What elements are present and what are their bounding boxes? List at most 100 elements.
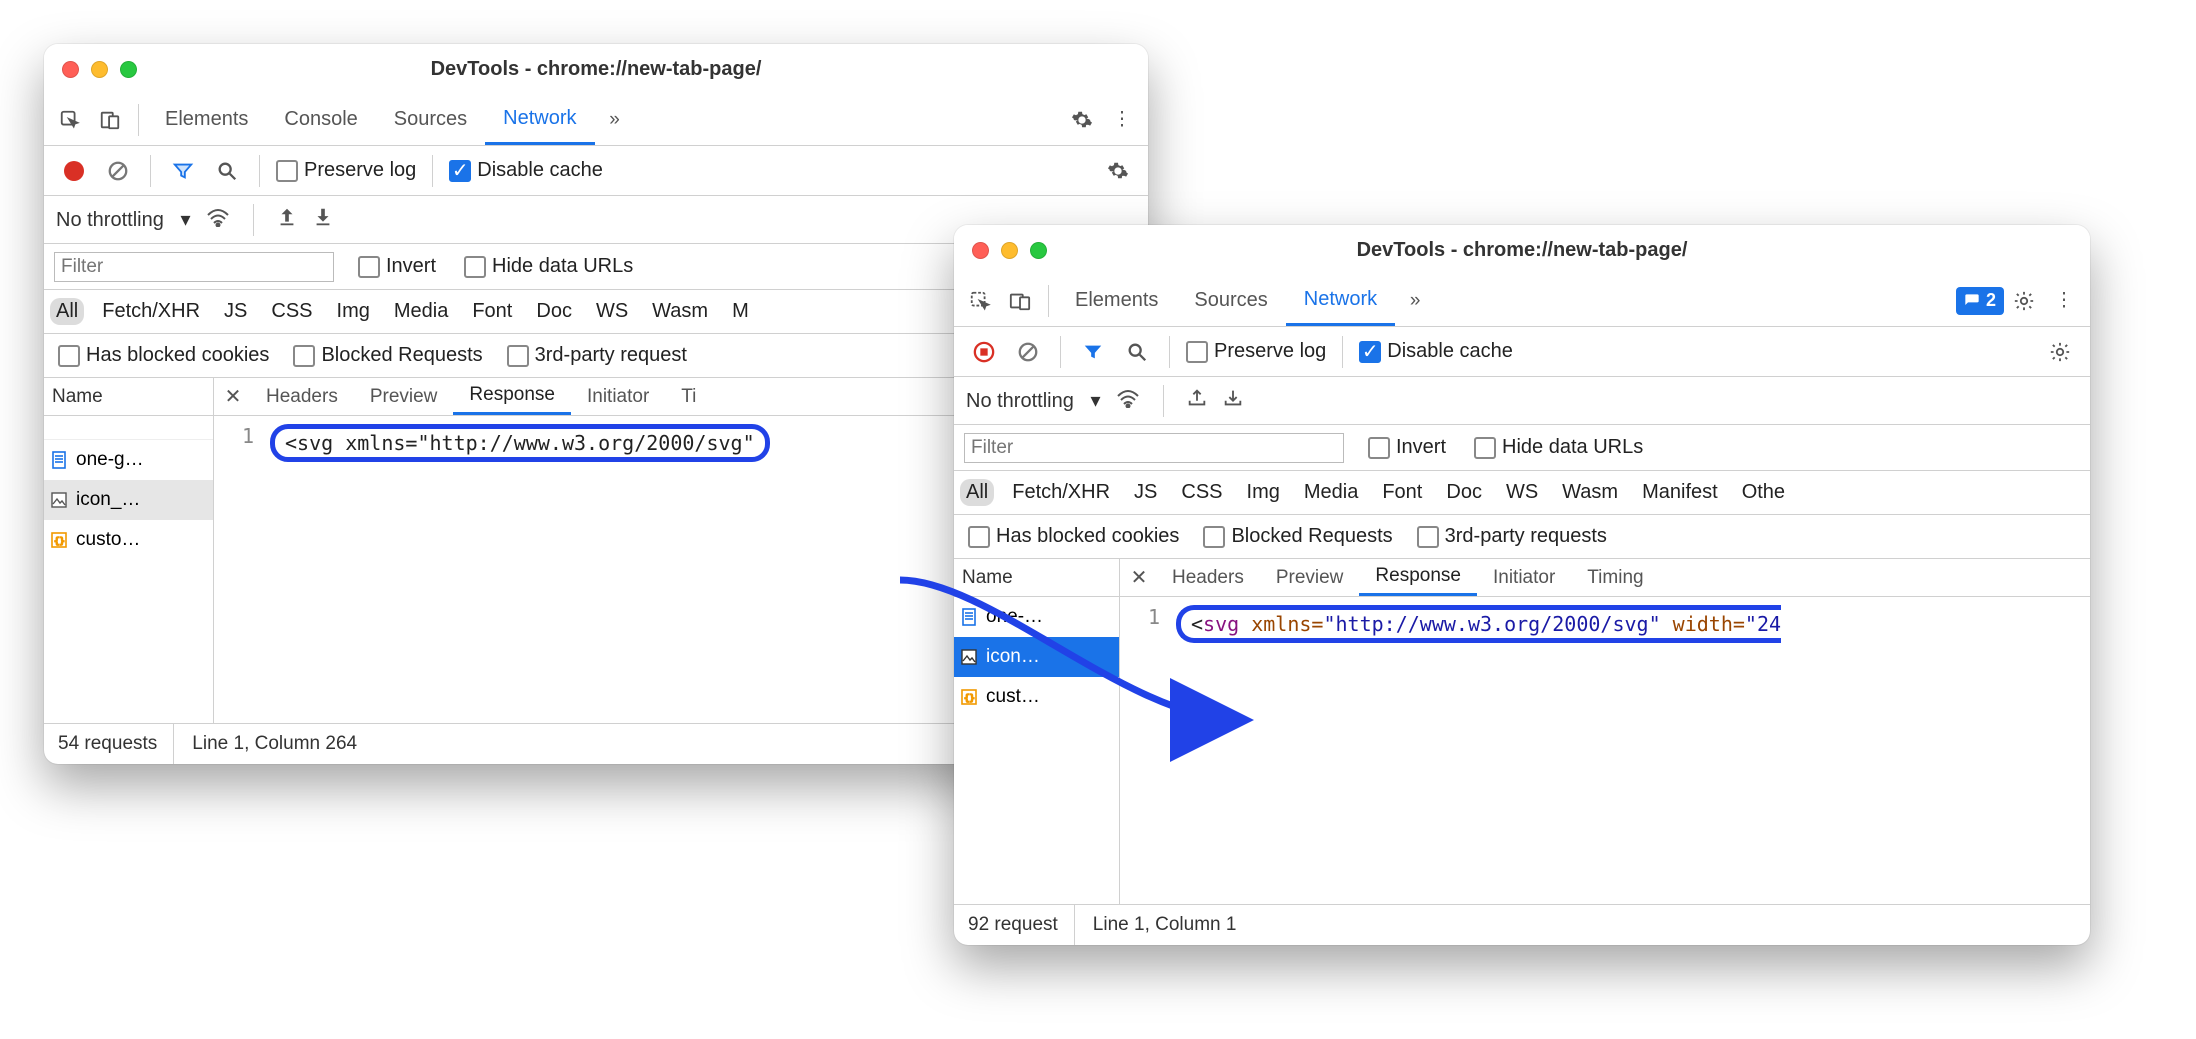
chip-doc[interactable]: Doc — [1440, 479, 1488, 506]
record-button[interactable] — [54, 151, 94, 191]
tab-elements[interactable]: Elements — [147, 94, 266, 145]
maximize-window-button[interactable] — [1030, 242, 1047, 259]
close-window-button[interactable] — [972, 242, 989, 259]
chip-media[interactable]: Media — [1298, 479, 1364, 506]
subtab-response[interactable]: Response — [1359, 559, 1477, 596]
subtab-timing[interactable]: Ti — [665, 378, 712, 415]
request-row[interactable]: {} custo… — [44, 520, 213, 560]
chip-fetch-xhr[interactable]: Fetch/XHR — [96, 298, 206, 325]
third-party-checkbox[interactable]: 3rd-party requests — [1417, 525, 1607, 548]
network-settings-gear-icon[interactable] — [2040, 332, 2080, 372]
minimize-window-button[interactable] — [1001, 242, 1018, 259]
tab-sources[interactable]: Sources — [376, 94, 485, 145]
device-toolbar-icon[interactable] — [90, 100, 130, 140]
download-har-icon[interactable] — [312, 206, 334, 234]
chip-css[interactable]: CSS — [1175, 479, 1228, 506]
preserve-log-checkbox[interactable]: Preserve log — [1186, 340, 1326, 363]
chip-css[interactable]: CSS — [265, 298, 318, 325]
chip-font[interactable]: Font — [1376, 479, 1428, 506]
record-button[interactable] — [964, 332, 1004, 372]
chip-wasm[interactable]: Wasm — [646, 298, 714, 325]
kebab-menu-icon[interactable]: ⋮ — [1102, 100, 1142, 140]
preserve-log-checkbox[interactable]: Preserve log — [276, 159, 416, 182]
close-detail-icon[interactable]: ✕ — [216, 384, 250, 409]
filter-input[interactable] — [54, 252, 334, 282]
tab-sources[interactable]: Sources — [1176, 275, 1285, 326]
request-row[interactable]: one-g… — [44, 440, 213, 480]
chip-fetch-xhr[interactable]: Fetch/XHR — [1006, 479, 1116, 506]
download-har-icon[interactable] — [1222, 387, 1244, 415]
has-blocked-cookies-checkbox[interactable]: Has blocked cookies — [968, 525, 1179, 548]
has-blocked-cookies-checkbox[interactable]: Has blocked cookies — [58, 344, 269, 367]
chip-media[interactable]: Media — [388, 298, 454, 325]
tab-network[interactable]: Network — [1286, 275, 1395, 326]
request-row[interactable]: {} cust… — [954, 677, 1119, 717]
name-column-header[interactable]: Name — [44, 378, 213, 416]
subtab-preview[interactable]: Preview — [354, 378, 454, 415]
filter-input[interactable] — [964, 433, 1344, 463]
upload-har-icon[interactable] — [1186, 387, 1208, 415]
close-window-button[interactable] — [62, 61, 79, 78]
response-code-area[interactable]: 1 <svg xmlns="http://www.w3.org/2000/svg… — [1120, 597, 2090, 904]
more-tabs-icon[interactable]: » — [1395, 281, 1435, 321]
name-column-header[interactable]: Name — [954, 559, 1119, 597]
throttling-select[interactable]: No throttling ▾ — [56, 207, 191, 232]
upload-har-icon[interactable] — [276, 206, 298, 234]
clear-icon[interactable] — [1008, 332, 1048, 372]
hide-data-urls-checkbox[interactable]: Hide data URLs — [1474, 436, 1643, 459]
inspect-element-icon[interactable] — [960, 281, 1000, 321]
subtab-initiator[interactable]: Initiator — [571, 378, 665, 415]
search-icon[interactable] — [207, 151, 247, 191]
clear-icon[interactable] — [98, 151, 138, 191]
wifi-icon[interactable] — [1115, 388, 1141, 414]
subtab-response[interactable]: Response — [453, 378, 571, 415]
minimize-window-button[interactable] — [91, 61, 108, 78]
invert-checkbox[interactable]: Invert — [1368, 436, 1446, 459]
close-detail-icon[interactable]: ✕ — [1122, 565, 1156, 590]
kebab-menu-icon[interactable]: ⋮ — [2044, 281, 2084, 321]
chip-all[interactable]: All — [960, 479, 994, 506]
chip-img[interactable]: Img — [331, 298, 376, 325]
request-row-selected[interactable]: icon… — [954, 637, 1119, 677]
subtab-timing[interactable]: Timing — [1571, 559, 1659, 596]
maximize-window-button[interactable] — [120, 61, 137, 78]
chip-js[interactable]: JS — [1128, 479, 1163, 506]
tab-console[interactable]: Console — [266, 94, 375, 145]
search-icon[interactable] — [1117, 332, 1157, 372]
chip-ws[interactable]: WS — [590, 298, 634, 325]
chip-img[interactable]: Img — [1241, 479, 1286, 506]
subtab-initiator[interactable]: Initiator — [1477, 559, 1571, 596]
chip-more[interactable]: M — [726, 298, 755, 325]
chip-other[interactable]: Othe — [1736, 479, 1791, 506]
chip-font[interactable]: Font — [466, 298, 518, 325]
blocked-requests-checkbox[interactable]: Blocked Requests — [1203, 525, 1392, 548]
settings-gear-icon[interactable] — [2004, 281, 2044, 321]
chip-wasm[interactable]: Wasm — [1556, 479, 1624, 506]
network-settings-gear-icon[interactable] — [1098, 151, 1138, 191]
subtab-headers[interactable]: Headers — [250, 378, 354, 415]
wifi-icon[interactable] — [205, 207, 231, 233]
blocked-requests-checkbox[interactable]: Blocked Requests — [293, 344, 482, 367]
subtab-preview[interactable]: Preview — [1260, 559, 1360, 596]
inspect-element-icon[interactable] — [50, 100, 90, 140]
throttling-select[interactable]: No throttling ▾ — [966, 388, 1101, 413]
more-tabs-icon[interactable]: » — [595, 100, 635, 140]
chip-doc[interactable]: Doc — [530, 298, 578, 325]
request-row[interactable]: one-… — [954, 597, 1119, 637]
invert-checkbox[interactable]: Invert — [358, 255, 436, 278]
third-party-checkbox[interactable]: 3rd-party request — [507, 344, 687, 367]
disable-cache-checkbox[interactable]: ✓Disable cache — [449, 159, 603, 182]
subtab-headers[interactable]: Headers — [1156, 559, 1260, 596]
chip-manifest[interactable]: Manifest — [1636, 479, 1724, 506]
tab-network[interactable]: Network — [485, 94, 594, 145]
device-toolbar-icon[interactable] — [1000, 281, 1040, 321]
tab-elements[interactable]: Elements — [1057, 275, 1176, 326]
filter-funnel-icon[interactable] — [163, 151, 203, 191]
chip-all[interactable]: All — [50, 298, 84, 325]
settings-gear-icon[interactable] — [1062, 100, 1102, 140]
hide-data-urls-checkbox[interactable]: Hide data URLs — [464, 255, 633, 278]
chip-ws[interactable]: WS — [1500, 479, 1544, 506]
chip-js[interactable]: JS — [218, 298, 253, 325]
issues-badge[interactable]: 2 — [1956, 287, 2004, 315]
filter-funnel-icon[interactable] — [1073, 332, 1113, 372]
